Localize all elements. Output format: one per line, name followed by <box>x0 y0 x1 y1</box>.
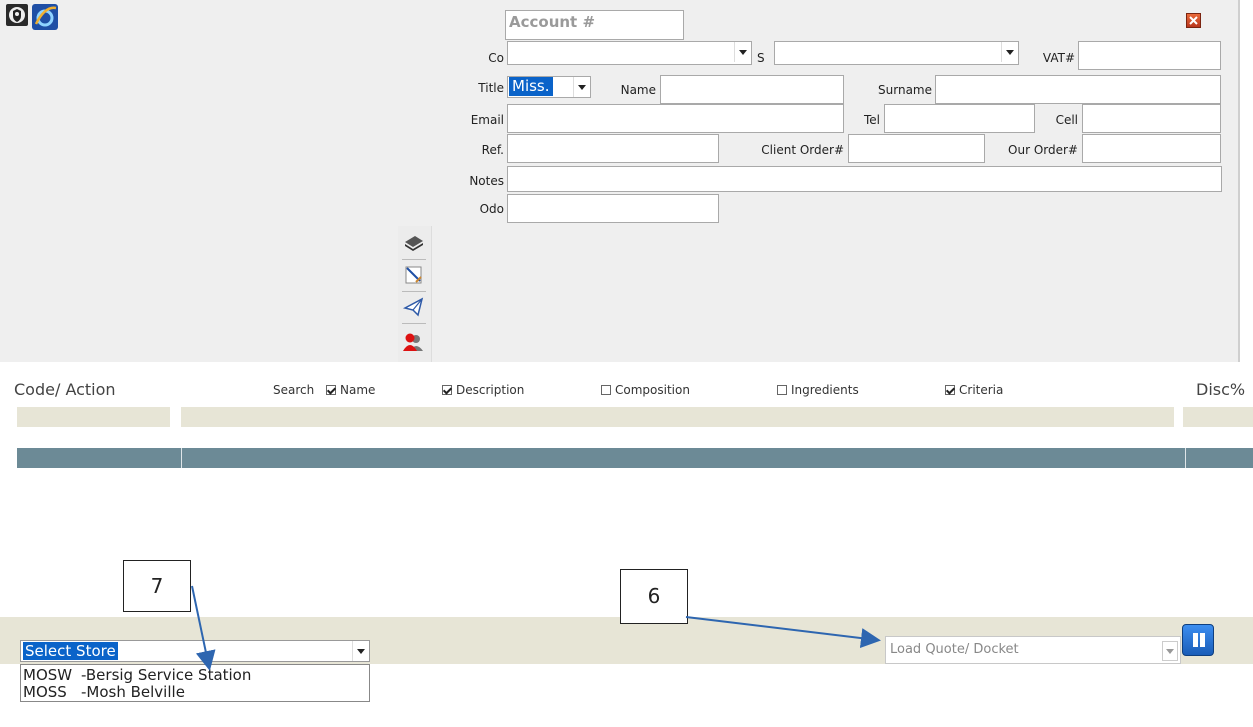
arrow-to-store <box>191 585 216 671</box>
arrow-to-load-quote <box>685 616 881 649</box>
callout-arrows <box>191 585 881 671</box>
